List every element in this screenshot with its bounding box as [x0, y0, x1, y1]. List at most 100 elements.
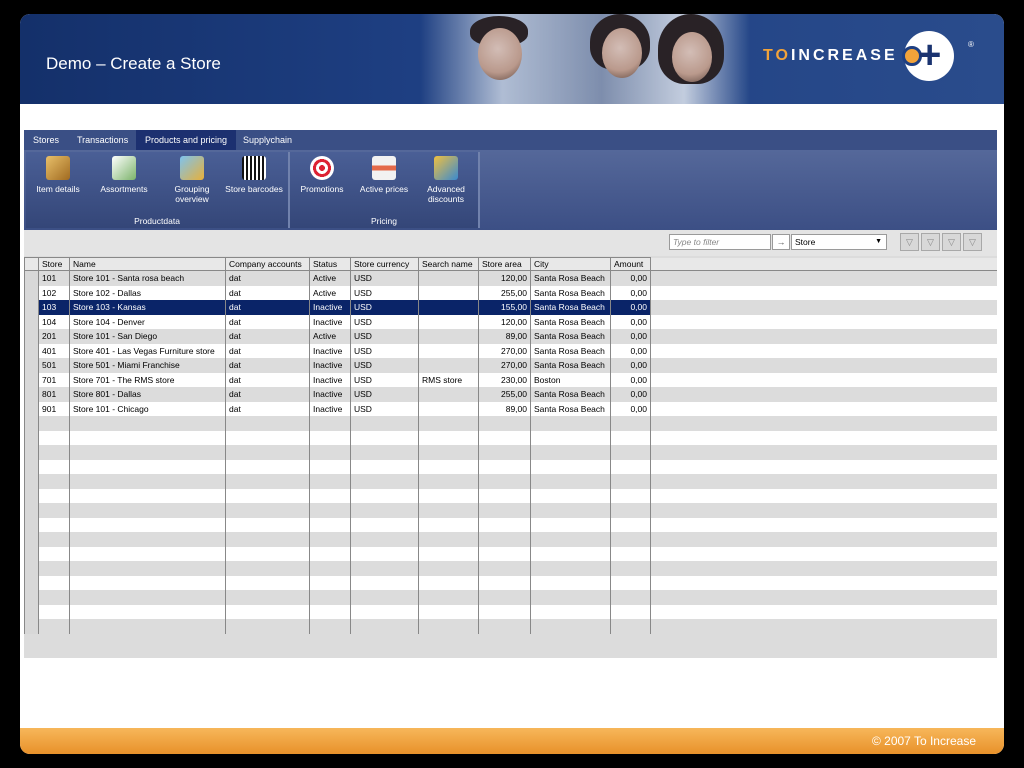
- table-cell[interactable]: [478, 604, 531, 619]
- table-cell[interactable]: [309, 503, 351, 518]
- table-cell[interactable]: [225, 619, 310, 634]
- table-cell[interactable]: [38, 517, 70, 532]
- table-cell[interactable]: [478, 575, 531, 590]
- table-cell[interactable]: [350, 459, 419, 474]
- table-cell[interactable]: USD: [350, 358, 419, 373]
- table-cell[interactable]: [225, 561, 310, 576]
- table-cell[interactable]: dat: [225, 358, 310, 373]
- filter-go-button[interactable]: →: [772, 234, 790, 250]
- table-cell[interactable]: [225, 474, 310, 489]
- table-cell[interactable]: [418, 285, 479, 300]
- table-cell[interactable]: [530, 575, 611, 590]
- table-cell[interactable]: [38, 474, 70, 489]
- table-cell[interactable]: 0,00: [610, 358, 651, 373]
- table-row[interactable]: 201 Store 101 - San Diego dat Active USD 89,0…: [24, 329, 997, 344]
- table-cell[interactable]: [309, 517, 351, 532]
- table-cell[interactable]: [418, 474, 479, 489]
- tab-stores[interactable]: Stores: [24, 130, 68, 150]
- table-cell[interactable]: dat: [225, 401, 310, 416]
- table-cell[interactable]: dat: [225, 329, 310, 344]
- table-row[interactable]: 101 Store 101 - Santa rosa beach dat Active…: [24, 270, 997, 286]
- table-cell[interactable]: [38, 546, 70, 561]
- table-cell[interactable]: [225, 532, 310, 547]
- column-header-store-currency[interactable]: Store currency: [350, 257, 419, 271]
- table-cell[interactable]: Santa Rosa Beach: [530, 387, 611, 402]
- empty-table-row[interactable]: [24, 503, 997, 518]
- table-cell[interactable]: [350, 488, 419, 503]
- table-cell[interactable]: [530, 430, 611, 445]
- table-cell[interactable]: [530, 561, 611, 576]
- table-cell[interactable]: [478, 546, 531, 561]
- table-cell[interactable]: [610, 532, 651, 547]
- table-cell[interactable]: Store 101 - San Diego: [69, 329, 226, 344]
- table-cell[interactable]: [418, 270, 479, 286]
- advanced-filter-icon[interactable]: ▽: [942, 233, 961, 251]
- table-cell[interactable]: Inactive: [309, 387, 351, 402]
- table-cell[interactable]: [610, 619, 651, 634]
- table-cell[interactable]: Active: [309, 270, 351, 286]
- table-cell[interactable]: [309, 416, 351, 431]
- table-cell[interactable]: USD: [350, 372, 419, 387]
- table-cell[interactable]: [418, 561, 479, 576]
- table-cell[interactable]: [610, 575, 651, 590]
- filter-by-selection-icon[interactable]: ▽: [921, 233, 940, 251]
- table-cell[interactable]: Inactive: [309, 314, 351, 329]
- table-cell[interactable]: [530, 532, 611, 547]
- table-cell[interactable]: [38, 503, 70, 518]
- table-cell[interactable]: [478, 619, 531, 634]
- table-cell[interactable]: USD: [350, 343, 419, 358]
- column-header-store[interactable]: Store: [38, 257, 70, 271]
- table-cell[interactable]: [69, 561, 226, 576]
- empty-table-row[interactable]: [24, 445, 997, 460]
- table-cell[interactable]: [350, 590, 419, 605]
- filter-input[interactable]: Type to filter: [669, 234, 771, 250]
- assortments-button[interactable]: Assortments: [92, 156, 156, 194]
- column-header-status[interactable]: Status: [309, 257, 351, 271]
- empty-table-row[interactable]: [24, 517, 997, 532]
- column-header-city[interactable]: City: [530, 257, 611, 271]
- table-cell[interactable]: [38, 459, 70, 474]
- table-cell[interactable]: [478, 590, 531, 605]
- table-cell[interactable]: [69, 532, 226, 547]
- column-header-name[interactable]: Name: [69, 257, 226, 271]
- table-cell[interactable]: [530, 590, 611, 605]
- row-selector[interactable]: [24, 358, 39, 373]
- table-cell[interactable]: Santa Rosa Beach: [530, 285, 611, 300]
- row-selector[interactable]: [24, 372, 39, 387]
- table-cell[interactable]: [478, 445, 531, 460]
- row-selector[interactable]: [24, 300, 39, 315]
- column-header-store-area[interactable]: Store area: [478, 257, 531, 271]
- table-cell[interactable]: [69, 488, 226, 503]
- table-cell[interactable]: [38, 575, 70, 590]
- table-cell[interactable]: dat: [225, 387, 310, 402]
- table-cell[interactable]: 0,00: [610, 387, 651, 402]
- table-cell[interactable]: 0,00: [610, 285, 651, 300]
- table-cell[interactable]: [38, 590, 70, 605]
- column-header-amount[interactable]: Amount: [610, 257, 651, 271]
- table-cell[interactable]: 255,00: [478, 387, 531, 402]
- table-cell[interactable]: USD: [350, 285, 419, 300]
- table-cell[interactable]: 801: [38, 387, 70, 402]
- table-cell[interactable]: 101: [38, 270, 70, 286]
- row-selector[interactable]: [24, 416, 39, 431]
- table-cell[interactable]: [225, 416, 310, 431]
- table-cell[interactable]: [530, 459, 611, 474]
- table-cell[interactable]: 401: [38, 343, 70, 358]
- table-cell[interactable]: [38, 604, 70, 619]
- row-selector[interactable]: [24, 387, 39, 402]
- empty-table-row[interactable]: [24, 430, 997, 445]
- empty-table-row[interactable]: [24, 546, 997, 561]
- table-row[interactable]: 901 Store 101 - Chicago dat Inactive USD 89,0…: [24, 401, 997, 416]
- row-selector[interactable]: [24, 459, 39, 474]
- table-cell[interactable]: Santa Rosa Beach: [530, 343, 611, 358]
- table-cell[interactable]: [610, 546, 651, 561]
- table-cell[interactable]: [418, 590, 479, 605]
- empty-table-row[interactable]: [24, 619, 997, 634]
- row-selector[interactable]: [24, 503, 39, 518]
- table-cell[interactable]: 102: [38, 285, 70, 300]
- empty-table-row[interactable]: [24, 474, 997, 489]
- column-header-search-name[interactable]: Search name: [418, 257, 479, 271]
- table-cell[interactable]: [418, 329, 479, 344]
- table-cell[interactable]: [309, 488, 351, 503]
- table-cell[interactable]: RMS store: [418, 372, 479, 387]
